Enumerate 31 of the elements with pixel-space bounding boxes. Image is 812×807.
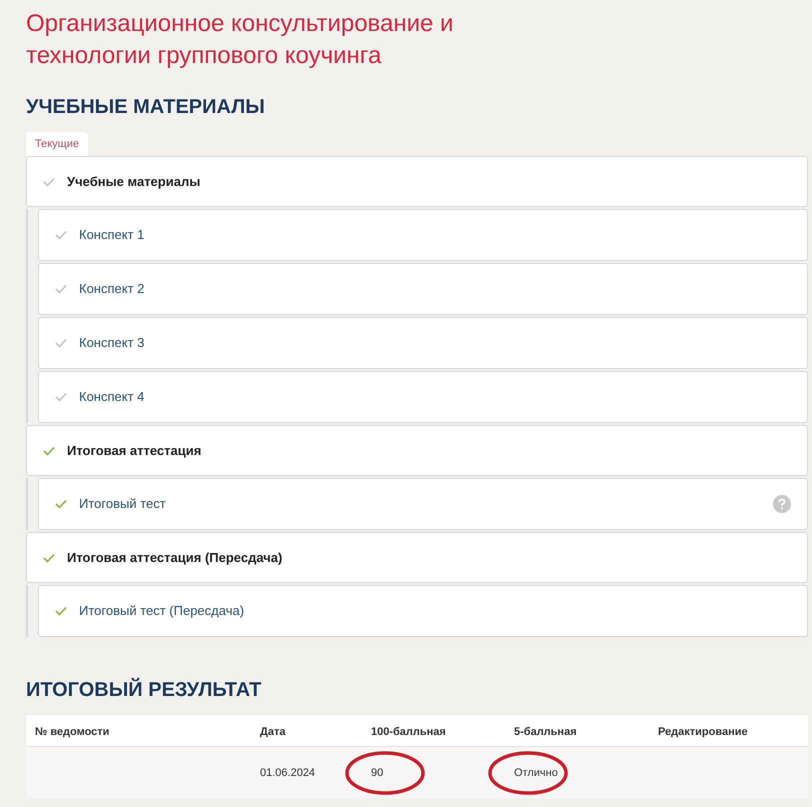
group-title: Итоговая аттестация (Пересдача) bbox=[67, 548, 282, 567]
material-item[interactable]: Конспект 3 bbox=[38, 317, 808, 369]
help-icon[interactable] bbox=[773, 495, 791, 513]
column-header: Редактирование bbox=[658, 726, 748, 738]
course-title: Организационное консультирование и технологии группового коучинга bbox=[26, 9, 454, 71]
material-link[interactable]: Итоговый тест (Пересдача) bbox=[79, 601, 791, 621]
material-link[interactable]: Итоговый тест bbox=[79, 494, 761, 514]
tab[interactable]: Текущие bbox=[26, 132, 88, 156]
group-title: Итоговая аттестация bbox=[67, 442, 202, 460]
column-header: 5-балльная bbox=[514, 726, 577, 738]
group-header[interactable]: Итоговая аттестация (Пересдача) bbox=[26, 532, 808, 583]
group-title: Учебные материалы bbox=[67, 172, 200, 191]
material-link[interactable]: Конспект 1 bbox=[79, 225, 791, 245]
table-cell-text: Отлично bbox=[514, 766, 558, 781]
material-link[interactable]: Конспект 3 bbox=[79, 333, 791, 353]
material-item[interactable]: Конспект 2 bbox=[38, 263, 808, 315]
column-header: 100-балльная bbox=[371, 726, 446, 738]
section-heading: УЧЕБНЫЕ МАТЕРИАЛЫ bbox=[26, 95, 266, 120]
group-header[interactable]: Учебные материалы bbox=[26, 156, 808, 207]
group-header[interactable]: Итоговая аттестация bbox=[26, 425, 808, 476]
material-link[interactable]: Конспект 4 bbox=[79, 387, 791, 407]
table-cell-text: 90 bbox=[371, 766, 384, 781]
section-heading: ИТОГОВЫЙ РЕЗУЛЬТАТ bbox=[26, 677, 262, 703]
material-item[interactable]: Итоговый тест bbox=[38, 478, 808, 530]
material-item[interactable]: Конспект 1 bbox=[38, 209, 808, 261]
column-header: Дата bbox=[260, 726, 286, 738]
material-link[interactable]: Конспект 2 bbox=[79, 279, 791, 299]
material-item[interactable]: Конспект 4 bbox=[38, 371, 808, 423]
table-cell-text: 01.06.2024 bbox=[260, 766, 316, 781]
material-item[interactable]: Итоговый тест (Пересдача) bbox=[38, 585, 808, 637]
column-header: № ведомости bbox=[35, 726, 110, 738]
